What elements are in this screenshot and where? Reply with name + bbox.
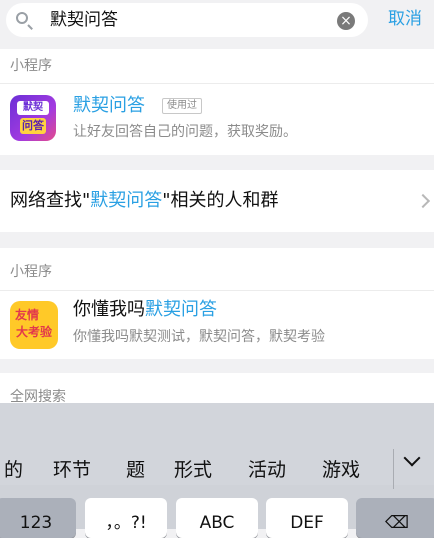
candidate-word[interactable]: 题 [126, 458, 145, 482]
app-icon-text-bottom: 问答 [20, 118, 46, 134]
app-name-highlight: 默契问答 [145, 299, 217, 320]
network-search-text: 网络查找"默契问答"相关的人和群 [10, 189, 279, 213]
mini-program-result-2[interactable]: 友情 大考验 你懂我吗默契问答 你懂我吗默契测试，默契问答，默契考验 [0, 291, 434, 359]
app-name-prefix: 你懂我吗 [73, 299, 145, 320]
app-description: 你懂我吗默契测试，默契问答，默契考验 [73, 329, 325, 345]
keyboard: 的 环节 题 形式 活动 游戏 123 ，。?! ABC DEF ⌫ [0, 403, 434, 538]
app-icon: 默契 问答 [10, 95, 56, 141]
candidate-word[interactable]: 活动 [248, 458, 286, 482]
network-search-row[interactable]: 网络查找"默契问答"相关的人和群 [0, 170, 434, 232]
app-icon: 友情 大考验 [10, 301, 58, 349]
mini-program-section-2: 小程序 友情 大考验 你懂我吗默契问答 你懂我吗默契测试，默契问答，默契考验 [0, 248, 434, 359]
network-search-keyword: 默契问答 [90, 190, 163, 211]
mini-program-result-1[interactable]: 默契 问答 默契问答 使用过 让好友回答自己的问题，获取奖励。 [0, 84, 434, 154]
app-name: 你懂我吗默契问答 [73, 299, 217, 321]
candidate-word[interactable]: 形式 [174, 458, 212, 482]
candidate-word[interactable]: 环节 [53, 458, 91, 482]
key-123[interactable]: 123 [0, 498, 76, 538]
chevron-down-icon[interactable] [403, 449, 421, 467]
used-badge: 使用过 [162, 98, 202, 114]
search-input[interactable]: 默契问答 × [6, 3, 368, 37]
app-icon-text-top: 默契 [17, 101, 49, 115]
candidate-bar: 的 环节 题 形式 活动 游戏 [0, 403, 434, 489]
network-search-suffix: "相关的人和群 [162, 190, 279, 211]
app-icon-text-line2: 大考验 [16, 325, 53, 339]
candidate-divider [393, 449, 394, 489]
cancel-button[interactable]: 取消 [388, 8, 422, 30]
network-search-prefix: 网络查找" [10, 190, 91, 211]
search-icon [16, 12, 28, 24]
search-query-text[interactable]: 默契问答 [50, 8, 118, 32]
delete-key[interactable]: ⌫ [356, 498, 434, 538]
key-def[interactable]: DEF [266, 498, 348, 538]
candidate-word[interactable]: 的 [4, 458, 23, 482]
mini-program-section-1: 小程序 默契 问答 默契问答 使用过 让好友回答自己的问题，获取奖励。 [0, 49, 434, 155]
search-bar: 默契问答 × 取消 [0, 0, 434, 42]
chevron-right-icon [415, 193, 431, 209]
app-description: 让好友回答自己的问题，获取奖励。 [73, 124, 297, 140]
section-header: 小程序 [10, 264, 52, 280]
clear-icon[interactable]: × [337, 12, 355, 30]
candidate-word[interactable]: 游戏 [322, 458, 360, 482]
section-header: 小程序 [10, 58, 52, 74]
app-icon-text-line1: 友情 [15, 308, 40, 322]
key-punctuation[interactable]: ，。?! [85, 498, 167, 538]
key-abc[interactable]: ABC [176, 498, 258, 538]
app-name: 默契问答 [73, 95, 145, 116]
